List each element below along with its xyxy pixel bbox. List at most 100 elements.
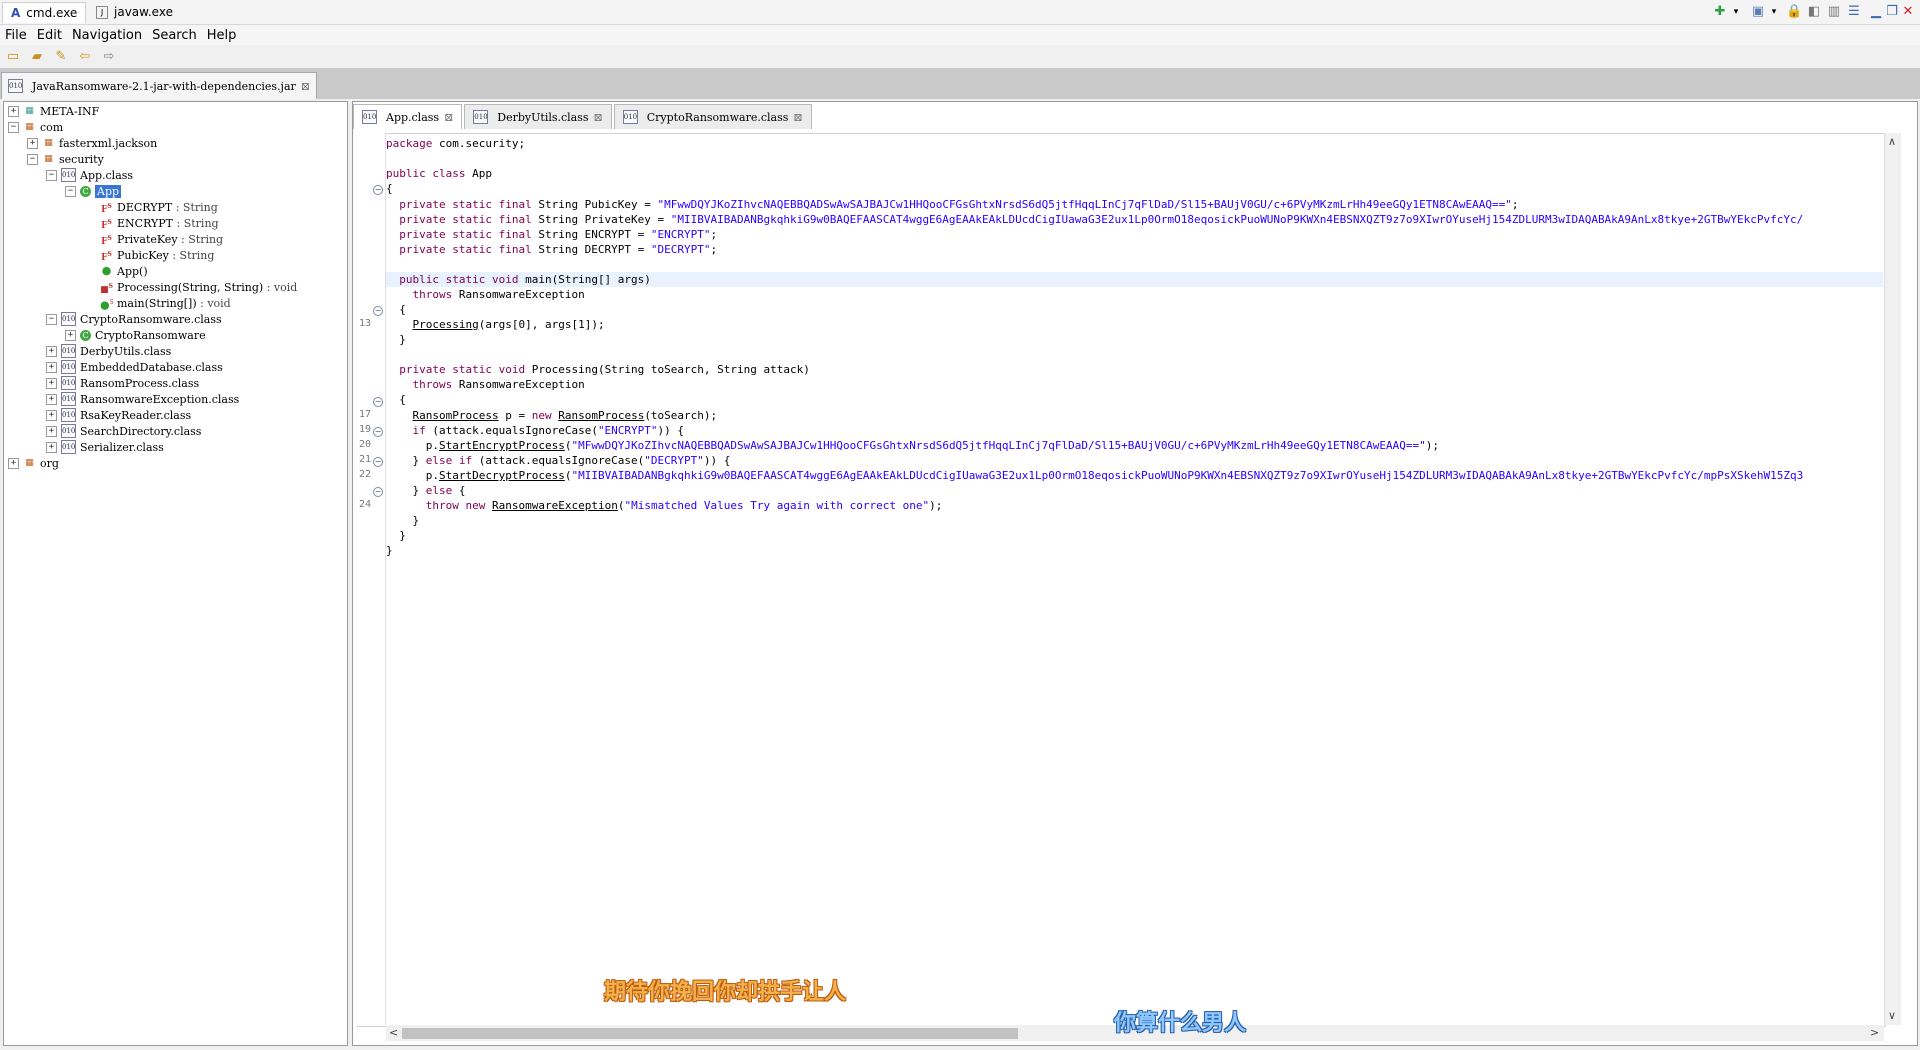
tree-node-com[interactable]: − ▦ com <box>8 119 63 135</box>
tree-node-field[interactable]: FS DECRYPT : String <box>100 199 218 216</box>
tree-node-app-class[interactable]: − 010 App.class <box>46 167 133 183</box>
code-area[interactable] <box>357 133 1886 1027</box>
window-tab-javaw[interactable]: J javaw.exe <box>88 2 181 22</box>
close-icon[interactable]: ✕ <box>1900 4 1916 20</box>
code-line: { <box>386 393 406 406</box>
restore-icon[interactable]: ❐ <box>1884 4 1900 20</box>
close-tab-icon[interactable]: ⊠ <box>793 111 802 124</box>
expand-icon[interactable]: + <box>8 457 19 469</box>
close-tab-icon[interactable]: ⊠ <box>444 111 453 124</box>
window-icon[interactable]: ▣ <box>1750 4 1766 20</box>
collapse-icon[interactable]: − <box>46 169 57 181</box>
fold-icon[interactable]: − <box>373 457 383 467</box>
collapse-icon[interactable]: − <box>65 185 76 197</box>
scrollbar-thumb[interactable] <box>402 1028 1018 1039</box>
expand-icon[interactable]: + <box>46 409 57 421</box>
open-type-icon[interactable]: ▰ <box>28 48 46 66</box>
tree-label-selected: App <box>95 184 122 198</box>
collapse-icon[interactable]: − <box>46 313 57 325</box>
dropdown-icon[interactable]: ▾ <box>1766 4 1782 20</box>
string-literal: "DECRYPT" <box>650 243 711 256</box>
wand-icon[interactable]: ✎ <box>52 48 70 66</box>
tree-node-class[interactable]: + 010 SearchDirectory.class <box>46 423 201 439</box>
tree-node-method[interactable]: ● App() <box>100 263 148 279</box>
close-tab-icon[interactable]: ⊠ <box>594 111 603 124</box>
tree-node-field[interactable]: FS ENCRYPT : String <box>100 215 218 232</box>
collapse-icon[interactable]: − <box>27 153 38 165</box>
class-file-icon: 010 <box>61 392 76 406</box>
tree-node-class[interactable]: + 010 RsaKeyReader.class <box>46 407 191 423</box>
toolbar: ▭ ▰ ✎ ⇦ ⇨ <box>0 45 1920 69</box>
fold-icon[interactable]: − <box>373 306 383 316</box>
fold-icon[interactable]: − <box>373 487 383 497</box>
expand-icon[interactable]: + <box>8 105 19 117</box>
tree-node-field[interactable]: FS PrivateKey : String <box>100 231 223 248</box>
split-icon[interactable]: ▥ <box>1826 4 1842 20</box>
expand-icon[interactable]: + <box>46 345 57 357</box>
menu-help[interactable]: Help <box>202 28 242 43</box>
tree-node-class[interactable]: + 010 EmbeddedDatabase.class <box>46 359 223 375</box>
class-icon: C <box>80 185 91 197</box>
lock-icon[interactable]: 🔒 <box>1786 4 1802 20</box>
window-tab-cmd[interactable]: A cmd.exe <box>2 2 87 23</box>
scroll-up-icon[interactable]: ∧ <box>1888 135 1896 148</box>
vertical-scrollbar[interactable]: ∧ ∨ <box>1884 133 1901 1025</box>
tree-node-class[interactable]: + 010 RansomwareException.class <box>46 391 239 407</box>
fold-icon[interactable]: − <box>373 427 383 437</box>
jar-icon: 010 <box>8 79 23 93</box>
scroll-down-icon[interactable]: ∨ <box>1888 1009 1896 1022</box>
tree-node-class[interactable]: + 010 Serializer.class <box>46 439 164 455</box>
expand-icon[interactable]: + <box>46 377 57 389</box>
scroll-right-icon[interactable]: > <box>1870 1026 1879 1039</box>
menu-search[interactable]: Search <box>147 28 202 43</box>
expand-icon[interactable]: + <box>65 329 76 341</box>
tree-node-method[interactable]: ●S main(String[]) : void <box>100 295 231 312</box>
code-line: RansomProcess p = new RansomProcess(toSe… <box>412 409 718 422</box>
tree-node-meta-inf[interactable]: + ▦ META-INF <box>8 103 99 119</box>
jar-tab[interactable]: 010 JavaRansomware-2.1-jar-with-dependen… <box>1 72 317 99</box>
code-line: } <box>386 333 406 346</box>
tree-label: CryptoRansomware.class <box>80 312 222 326</box>
tree-node-crypto-class[interactable]: − 010 CryptoRansomware.class <box>46 311 222 327</box>
tree-label: RansomwareException.class <box>80 392 240 406</box>
string-literal: "DECRYPT" <box>644 454 704 467</box>
tree-node-app[interactable]: − C App <box>65 183 122 199</box>
forward-icon[interactable]: ⇨ <box>100 48 118 66</box>
open-folder-icon[interactable]: ▭ <box>4 48 22 66</box>
editor-tab-derbyutils[interactable]: 010 DerbyUtils.class ⊠ <box>464 104 612 129</box>
fold-icon[interactable]: − <box>373 397 383 407</box>
expand-icon[interactable]: + <box>27 137 38 149</box>
tree-node-field[interactable]: FS PubicKey : String <box>100 247 214 264</box>
collapse-icon[interactable]: − <box>8 121 19 133</box>
menu-edit[interactable]: Edit <box>32 28 67 43</box>
minimize-icon[interactable]: ▁ <box>1868 4 1884 20</box>
expand-icon[interactable]: + <box>46 425 57 437</box>
java-icon: J <box>96 5 108 19</box>
expand-icon[interactable]: + <box>46 441 57 453</box>
menu-file[interactable]: File <box>0 28 32 43</box>
tree-node-class[interactable]: + 010 DerbyUtils.class <box>46 343 171 359</box>
method-name: App() <box>117 264 148 278</box>
fold-icon[interactable]: − <box>373 185 383 195</box>
private-method-icon: ■S <box>100 283 113 295</box>
line-number: 21 <box>359 454 372 465</box>
tree-node-class[interactable]: + 010 RansomProcess.class <box>46 375 199 391</box>
dropdown-icon[interactable]: ▾ <box>1728 4 1744 20</box>
add-icon[interactable]: ✚ <box>1712 4 1728 20</box>
tree-node-security[interactable]: − ▦ security <box>27 151 104 167</box>
tree-node-method[interactable]: ■S Processing(String, String) : void <box>100 279 297 296</box>
expand-icon[interactable]: + <box>46 361 57 373</box>
tree-node-org[interactable]: + ▦ org <box>8 455 59 471</box>
code-line: throws RansomwareException <box>412 378 585 391</box>
tree-node-fasterxml[interactable]: + ▦ fasterxml.jackson <box>27 135 157 151</box>
menu-icon[interactable]: ☰ <box>1846 4 1862 20</box>
editor-tab-app[interactable]: 010 App.class ⊠ <box>353 104 463 129</box>
scroll-left-icon[interactable]: < <box>389 1026 398 1039</box>
expand-icon[interactable]: + <box>46 393 57 405</box>
back-icon[interactable]: ⇦ <box>76 48 94 66</box>
close-tab-icon[interactable]: ⊠ <box>301 80 310 93</box>
layout-icon[interactable]: ◧ <box>1806 4 1822 20</box>
editor-tab-cryptoransomware[interactable]: 010 CryptoRansomware.class ⊠ <box>613 104 812 129</box>
menu-navigation[interactable]: Navigation <box>67 28 147 43</box>
tree-node-crypto[interactable]: + C CryptoRansomware <box>65 327 206 343</box>
